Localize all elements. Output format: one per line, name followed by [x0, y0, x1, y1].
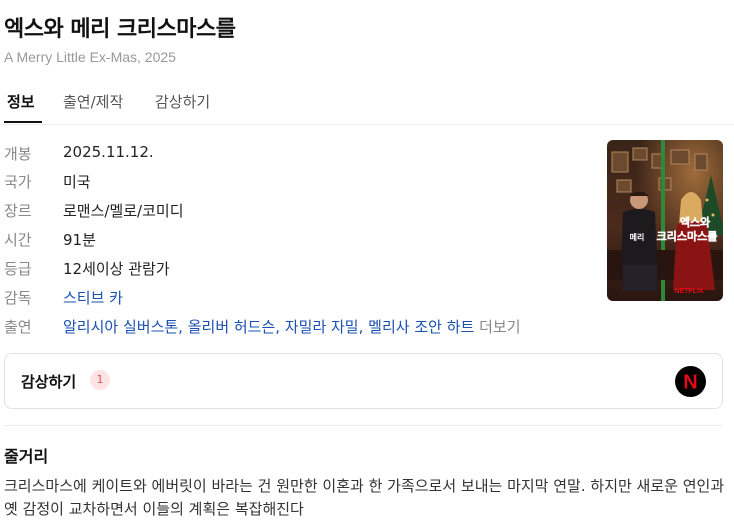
movie-poster[interactable]: 엑스와 메리 크리스마스를 NETFLIX	[607, 140, 723, 301]
director-link[interactable]: 스티브 카	[63, 287, 123, 308]
cast-link[interactable]: 멜리사 조안 하트	[368, 318, 474, 336]
country-label: 국가	[4, 173, 32, 191]
genre-value: 로맨스/멜로/코미디	[63, 202, 184, 220]
netflix-icon[interactable]: N	[675, 366, 706, 397]
release-label: 개봉	[4, 145, 32, 163]
tab-cast-crew[interactable]: 출연/제작	[63, 91, 123, 112]
tab-bar: 정보 출연/제작 감상하기	[0, 84, 734, 125]
netflix-letter: N	[683, 372, 697, 394]
poster-netflix-logo: NETFLIX	[674, 288, 703, 295]
more-cast-button[interactable]: 더보기	[479, 318, 520, 336]
rating-value: 12세이상 관람가	[63, 260, 170, 278]
cast-link[interactable]: 자밀라 자밀	[285, 318, 359, 336]
watch-section[interactable]: 감상하기 1 N	[4, 353, 723, 409]
watch-count-badge: 1	[90, 370, 110, 390]
cast-separator: ,	[358, 318, 369, 336]
genre-label: 장르	[4, 202, 32, 220]
cast-label: 출연	[4, 318, 32, 336]
tab-watch[interactable]: 감상하기	[155, 91, 210, 112]
cast-separator: ,	[178, 318, 188, 336]
movie-title: 엑스와 메리 크리스마스를	[4, 17, 236, 42]
director-label: 감독	[4, 289, 32, 307]
movie-subtitle: A Merry Little Ex-Mas, 2025	[4, 49, 176, 65]
runtime-label: 시간	[4, 231, 32, 249]
section-divider	[4, 425, 722, 426]
cast-link[interactable]: 올리버 허드슨	[188, 318, 276, 336]
cast-link[interactable]: 알리시아 실버스톤	[63, 318, 178, 336]
poster-title-line-3: 크리스마스를	[657, 229, 718, 243]
release-value: 2025.11.12.	[63, 143, 154, 161]
cast-list: 알리시아 실버스톤, 올리버 허드슨, 자밀라 자밀, 멜리사 조안 하트 더보…	[63, 316, 521, 337]
watch-title: 감상하기	[21, 373, 77, 391]
synopsis-heading: 줄거리	[4, 447, 49, 466]
poster-image: 엑스와 메리 크리스마스를 NETFLIX	[607, 140, 723, 301]
cast-separator: ,	[275, 318, 285, 336]
poster-title-line-1: 엑스와	[680, 215, 710, 229]
country-value: 미국	[63, 173, 91, 191]
netflix-logo-icon: N	[683, 372, 697, 394]
synopsis-text: 크리스마스에 케이트와 에버릿이 바라는 건 원만한 이혼과 한 가족으로서 보…	[4, 477, 725, 518]
poster-title-line-2: 메리	[630, 232, 645, 242]
active-tab-indicator	[4, 121, 42, 123]
tab-info[interactable]: 정보	[7, 91, 35, 112]
rating-label: 등급	[4, 260, 32, 278]
runtime-value: 91분	[63, 231, 96, 249]
